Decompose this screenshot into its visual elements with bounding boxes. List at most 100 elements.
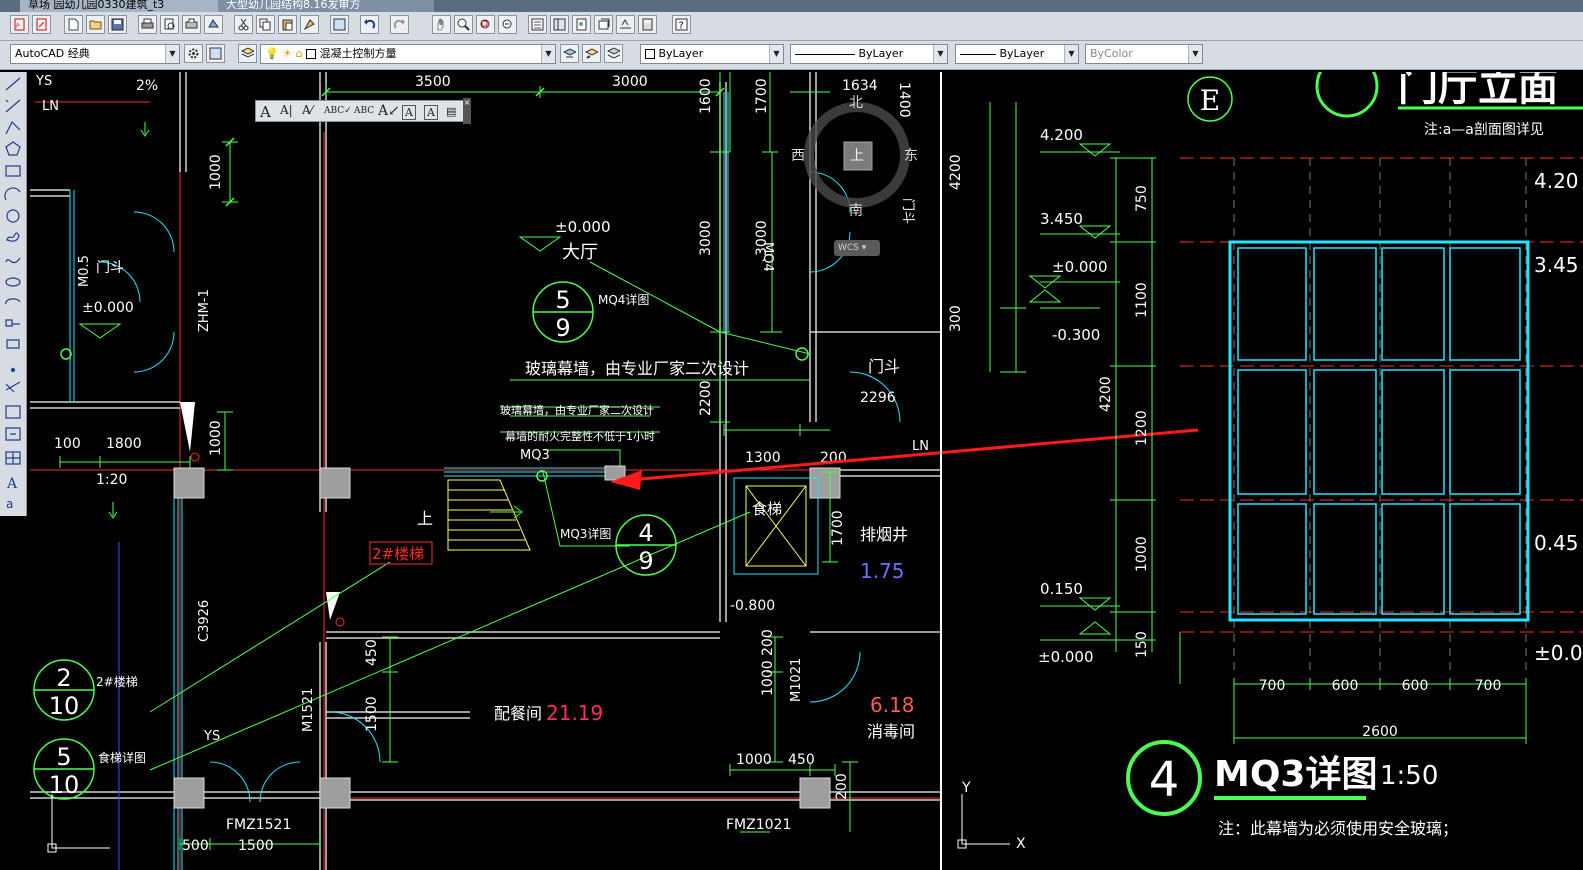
chevron-down-icon: ▼ (165, 45, 179, 63)
publish-icon[interactable] (182, 15, 201, 34)
zoom-window-icon[interactable] (476, 15, 495, 34)
layer-states-icon[interactable] (604, 44, 623, 63)
text-scale-icon[interactable]: A⁄ (302, 103, 313, 117)
document-tab-active[interactable]: 草场 园幼儿园0330建筑_t3 (20, 0, 226, 12)
text-fit-icon[interactable]: A (424, 105, 438, 120)
text-formatting-toolbar: A A| A⁄ ABC✓ ABC A↙ A A ▤ × (255, 98, 471, 124)
vdim-4200-left: 4200 (948, 154, 964, 190)
color-select[interactable]: ByLayer ▼ (640, 44, 784, 64)
plan-label-ln-right: LN (912, 439, 929, 454)
dim-1000: 1000 (208, 154, 224, 190)
dim-100: 100 (54, 436, 81, 452)
plotstyle-value: ByColor (1090, 47, 1133, 60)
cut-icon[interactable] (234, 15, 253, 34)
bubble-sheet: 10 (49, 692, 80, 720)
workspace-select[interactable]: AutoCAD 经典 ▼ (10, 44, 180, 64)
bubble-sheet: 10 (49, 771, 80, 799)
wcs-menu[interactable]: WCS ▾ (834, 240, 880, 256)
workspace-save-icon[interactable] (206, 44, 225, 63)
workspace-settings-gear-icon[interactable] (184, 44, 203, 63)
rectangle-icon (5, 165, 21, 177)
chevron-down-icon: ▼ (541, 45, 555, 63)
save-icon[interactable] (108, 15, 127, 34)
compass-west[interactable]: 西 (791, 145, 805, 165)
linetype-select[interactable]: ByLayer ▼ (790, 44, 948, 64)
plotstyle-select[interactable]: ByColor ▼ (1085, 44, 1203, 64)
point-icon (10, 367, 16, 373)
stair-up-label: 上 (417, 509, 433, 528)
hdim-700: 700 (1259, 678, 1286, 694)
ucs-x-label: X (1016, 836, 1026, 852)
pdf-export-icon[interactable] (32, 15, 51, 34)
hdim-600: 600 (1332, 678, 1359, 694)
level-label-hall: ±0.000 (555, 218, 611, 236)
toolbar-close-icon[interactable]: × (463, 98, 471, 124)
pan-hand-icon[interactable] (432, 15, 451, 34)
color-swatch (645, 49, 655, 59)
hdim-600-b: 600 (1402, 678, 1429, 694)
dim-1700: 1700 (754, 78, 770, 114)
text-style-icon[interactable]: A (260, 103, 271, 121)
help-icon[interactable]: ? (672, 15, 691, 34)
layer-unlock-icon: ⌂ (295, 47, 303, 60)
linetype-value: ByLayer (858, 47, 904, 60)
dim-1600: 1600 (698, 78, 714, 114)
paste-icon[interactable] (278, 15, 297, 34)
lineweight-select[interactable]: ByLayer ▼ (955, 44, 1079, 64)
linetype-sample (795, 53, 855, 55)
column (173, 467, 205, 499)
document-tab[interactable]: 大型幼儿园结构8.16发审方 (218, 0, 434, 12)
undo-icon[interactable] (360, 15, 379, 34)
pdf-icon[interactable]: P (10, 15, 29, 34)
redo-icon[interactable] (390, 15, 409, 34)
publish-3d-icon[interactable] (204, 15, 223, 34)
make-layer-current-icon[interactable] (560, 44, 579, 63)
layer-manager-icon[interactable] (238, 44, 257, 63)
layer-select[interactable]: 💡 ☀ ⌂ 混凝土控制方量 ▼ (260, 44, 556, 64)
standard-toolbar: P ? (0, 12, 1583, 41)
find-text-icon[interactable]: ABC (354, 106, 374, 116)
compass-north[interactable]: 北 (849, 92, 863, 112)
column (799, 777, 831, 809)
zoom-previous-icon[interactable] (498, 15, 517, 34)
plot-preview-icon[interactable] (160, 15, 179, 34)
view-cube-top-label[interactable]: 上 (850, 145, 864, 165)
tool-palettes-icon[interactable] (572, 15, 591, 34)
level-minus0300: -0.300 (1052, 326, 1100, 344)
door-tag-m1021: M1021 (789, 658, 804, 702)
block-editor-icon[interactable] (330, 15, 349, 34)
spell-check-icon[interactable]: ABC✓ (324, 106, 352, 116)
text-justify-icon[interactable]: A↙ (378, 103, 400, 119)
layer-previous-icon[interactable] (582, 44, 601, 63)
new-file-icon[interactable] (64, 15, 83, 34)
design-center-icon[interactable] (550, 15, 569, 34)
properties-icon[interactable] (528, 15, 547, 34)
hdim-2600: 2600 (1362, 724, 1398, 740)
text-edit-icon[interactable]: A| (280, 103, 293, 117)
dim-450-h: 450 (788, 752, 815, 768)
copy-icon[interactable] (256, 15, 275, 34)
text-align-icon[interactable]: A (402, 105, 416, 120)
mq3-label: MQ3 (520, 448, 550, 463)
level-3450: 3.450 (1040, 210, 1083, 228)
markup-icon[interactable] (616, 15, 635, 34)
sheet-set-icon[interactable] (594, 15, 613, 34)
level-0150: 0.150 (1040, 580, 1083, 598)
open-folder-icon[interactable] (86, 15, 105, 34)
view-cube[interactable]: 北 南 东 西 上 WCS ▾ (791, 95, 918, 256)
door-swing (259, 761, 301, 803)
print-icon[interactable] (138, 15, 157, 34)
calculator-icon[interactable] (638, 15, 657, 34)
stair2-note: 2#楼梯 (96, 674, 138, 689)
bubble-sheet: 9 (638, 547, 653, 575)
compass-east[interactable]: 东 (904, 145, 918, 165)
door-swing (209, 761, 251, 803)
zoom-realtime-icon[interactable] (454, 15, 473, 34)
compass-south[interactable]: 南 (849, 200, 863, 220)
wall-mid (719, 82, 727, 622)
wall-lobby (30, 401, 180, 409)
match-properties-icon[interactable] (300, 15, 319, 34)
bubble-number: 4 (638, 519, 653, 547)
text-convert-icon[interactable]: ▤ (446, 105, 456, 118)
dim-1500: 1500 (238, 838, 274, 854)
